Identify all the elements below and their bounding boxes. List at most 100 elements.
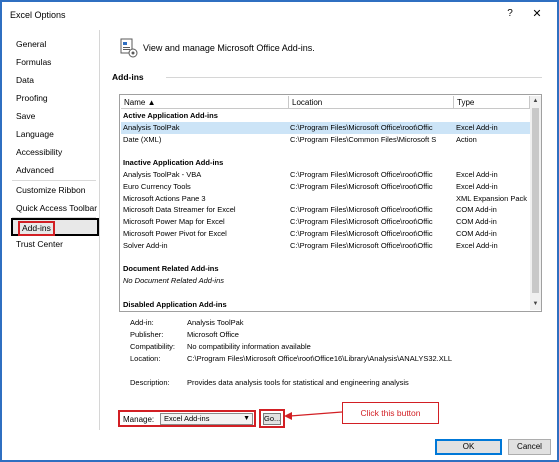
table-row[interactable]: Euro Currency Tools C:\Program Files\Micr… <box>121 181 530 193</box>
go-button[interactable]: Go... <box>263 413 281 425</box>
group-title: Active Application Add-ins <box>123 111 218 120</box>
detail-value-compatibility: No compatibility information available <box>187 342 311 351</box>
close-icon[interactable]: ✕ <box>530 7 544 21</box>
section-divider <box>166 77 542 78</box>
sidebar-item-proofing[interactable]: Proofing <box>11 90 99 107</box>
sidebar-item-add-ins[interactable]: Add-ins <box>11 218 99 236</box>
add-ins-icon <box>120 38 138 58</box>
table-scrollbar[interactable]: ▲ ▼ <box>530 96 541 310</box>
scroll-down-icon[interactable]: ▼ <box>530 299 541 310</box>
group-header: Active Application Add-ins <box>121 110 530 122</box>
sidebar-item-save[interactable]: Save <box>11 108 99 125</box>
cancel-button[interactable]: Cancel <box>508 439 551 455</box>
cell-location: C:\Program Files\Microsoft Office\root\O… <box>290 205 433 215</box>
column-header-location[interactable]: Location <box>289 96 454 109</box>
detail-label-description: Description: <box>130 378 170 387</box>
sidebar-item-customize-ribbon[interactable]: Customize Ribbon <box>11 182 99 199</box>
cell-type: Excel Add-in <box>456 170 498 179</box>
spacer-row <box>121 252 530 264</box>
add-ins-table: Name ▲ Location Type Active Application … <box>119 94 542 312</box>
cell-type: Excel Add-in <box>456 181 498 191</box>
cell-location: C:\Program Files\Microsoft Office\root\O… <box>290 181 433 191</box>
sidebar-item-trust-center[interactable]: Trust Center <box>11 236 99 253</box>
sidebar-item-language[interactable]: Language <box>11 126 99 143</box>
cell-name: Microsoft Data Streamer for Excel <box>123 205 236 215</box>
detail-label-add-in: Add-in: <box>130 318 154 327</box>
cell-location: C:\Program Files\Microsoft Office\root\O… <box>290 122 433 132</box>
sidebar: General Formulas Data Proofing Save Lang… <box>8 30 100 430</box>
sidebar-item-advanced[interactable]: Advanced <box>11 162 99 179</box>
sidebar-item-general[interactable]: General <box>11 36 99 53</box>
table-row[interactable]: Microsoft Actions Pane 3 XML Expansion Pa… <box>121 193 530 205</box>
spacer-row <box>121 287 530 299</box>
table-row[interactable]: Date (XML) C:\Program Files\Common Files\… <box>121 134 530 146</box>
cell-name: Analysis ToolPak - VBA <box>123 170 202 179</box>
sidebar-item-data[interactable]: Data <box>11 72 99 89</box>
manage-dropdown-value: Excel Add-ins <box>164 414 210 423</box>
table-row[interactable]: Solver Add-in C:\Program Files\Microsoft … <box>121 240 530 252</box>
column-header-type[interactable]: Type <box>454 96 530 109</box>
callout-box: Click this button <box>342 402 439 424</box>
detail-value-description: Provides data analysis tools for statist… <box>187 378 409 387</box>
column-header-name[interactable]: Name ▲ <box>121 96 289 109</box>
table-row[interactable]: Microsoft Power Pivot for Excel C:\Progra… <box>121 228 530 240</box>
ok-button[interactable]: OK <box>435 439 502 455</box>
cell-type: Action <box>456 134 477 144</box>
spacer-row <box>121 145 530 157</box>
scroll-thumb[interactable] <box>532 108 539 293</box>
cell-location: C:\Program Files\Microsoft Office\root\O… <box>290 170 433 179</box>
empty-group-note: No Disabled Application Add-ins <box>121 311 530 312</box>
cell-name: Microsoft Power Map for Excel <box>123 217 225 227</box>
callout-arrow <box>284 411 343 420</box>
empty-group-note: No Document Related Add-ins <box>121 275 530 287</box>
cell-type: COM Add-in <box>456 217 497 227</box>
sidebar-item-quick-access-toolbar[interactable]: Quick Access Toolbar <box>11 200 99 217</box>
section-title: Add-ins <box>112 72 144 82</box>
cell-type: COM Add-in <box>456 229 497 238</box>
cell-name: Solver Add-in <box>123 240 168 250</box>
sidebar-divider <box>12 180 96 181</box>
detail-label-publisher: Publisher: <box>130 330 164 339</box>
detail-label-compatibility: Compatibility: <box>130 342 176 351</box>
excel-options-dialog: Excel Options ? ✕ General Formulas Data … <box>0 0 559 462</box>
table-row[interactable]: Microsoft Power Map for Excel C:\Program … <box>121 216 530 228</box>
cell-name: Analysis ToolPak <box>123 122 180 132</box>
cell-location: C:\Program Files\Microsoft Office\root\O… <box>290 229 433 238</box>
cell-type: Excel Add-in <box>456 122 498 132</box>
detail-value-add-in: Analysis ToolPak <box>187 318 244 327</box>
manage-dropdown[interactable]: Excel Add-ins ▼ <box>160 413 253 425</box>
cell-name: Microsoft Actions Pane 3 <box>123 193 206 203</box>
cell-location: C:\Program Files\Microsoft Office\root\O… <box>290 217 433 227</box>
table-row[interactable]: Analysis ToolPak C:\Program Files\Microso… <box>121 121 530 134</box>
empty-group-text: No Disabled Application Add-ins <box>123 311 423 312</box>
cell-location: C:\Program Files\Common Files\Microsoft … <box>290 134 437 144</box>
detail-value-location: C:\Program Files\Microsoft Office\root\O… <box>187 354 453 363</box>
cell-name: Microsoft Power Pivot for Excel <box>123 229 227 238</box>
group-title: Inactive Application Add-ins <box>123 158 224 168</box>
help-icon[interactable]: ? <box>503 8 517 22</box>
manage-label: Manage: <box>123 415 155 424</box>
cell-type: COM Add-in <box>456 205 497 215</box>
empty-group-text: No Document Related Add-ins <box>123 276 225 286</box>
group-header: Inactive Application Add-ins <box>121 157 530 169</box>
manage-highlight: Manage: Excel Add-ins ▼ <box>118 410 256 427</box>
group-header: Disabled Application Add-ins <box>121 299 530 311</box>
sidebar-item-formulas[interactable]: Formulas <box>11 54 99 71</box>
window-title: Excel Options <box>10 10 66 20</box>
cell-name: Date (XML) <box>123 134 162 144</box>
detail-label-location: Location: <box>130 354 161 363</box>
table-row[interactable]: Microsoft Data Streamer for Excel C:\Prog… <box>121 204 530 216</box>
sidebar-item-accessibility[interactable]: Accessibility <box>11 144 99 161</box>
scroll-up-icon[interactable]: ▲ <box>530 96 541 107</box>
group-title: Document Related Add-ins <box>123 264 219 274</box>
cell-name: Euro Currency Tools <box>123 181 191 191</box>
title-bar: Excel Options ? ✕ <box>2 2 557 28</box>
group-header: Document Related Add-ins <box>121 263 530 275</box>
cell-type: XML Expansion Pack <box>456 193 528 203</box>
table-row[interactable]: Analysis ToolPak - VBA C:\Program Files\M… <box>121 169 530 181</box>
group-title: Disabled Application Add-ins <box>123 299 227 309</box>
go-highlight: Go... <box>259 409 285 428</box>
detail-value-publisher: Microsoft Office <box>187 330 239 339</box>
cell-type: Excel Add-in <box>456 240 498 250</box>
chevron-down-icon: ▼ <box>243 415 250 422</box>
